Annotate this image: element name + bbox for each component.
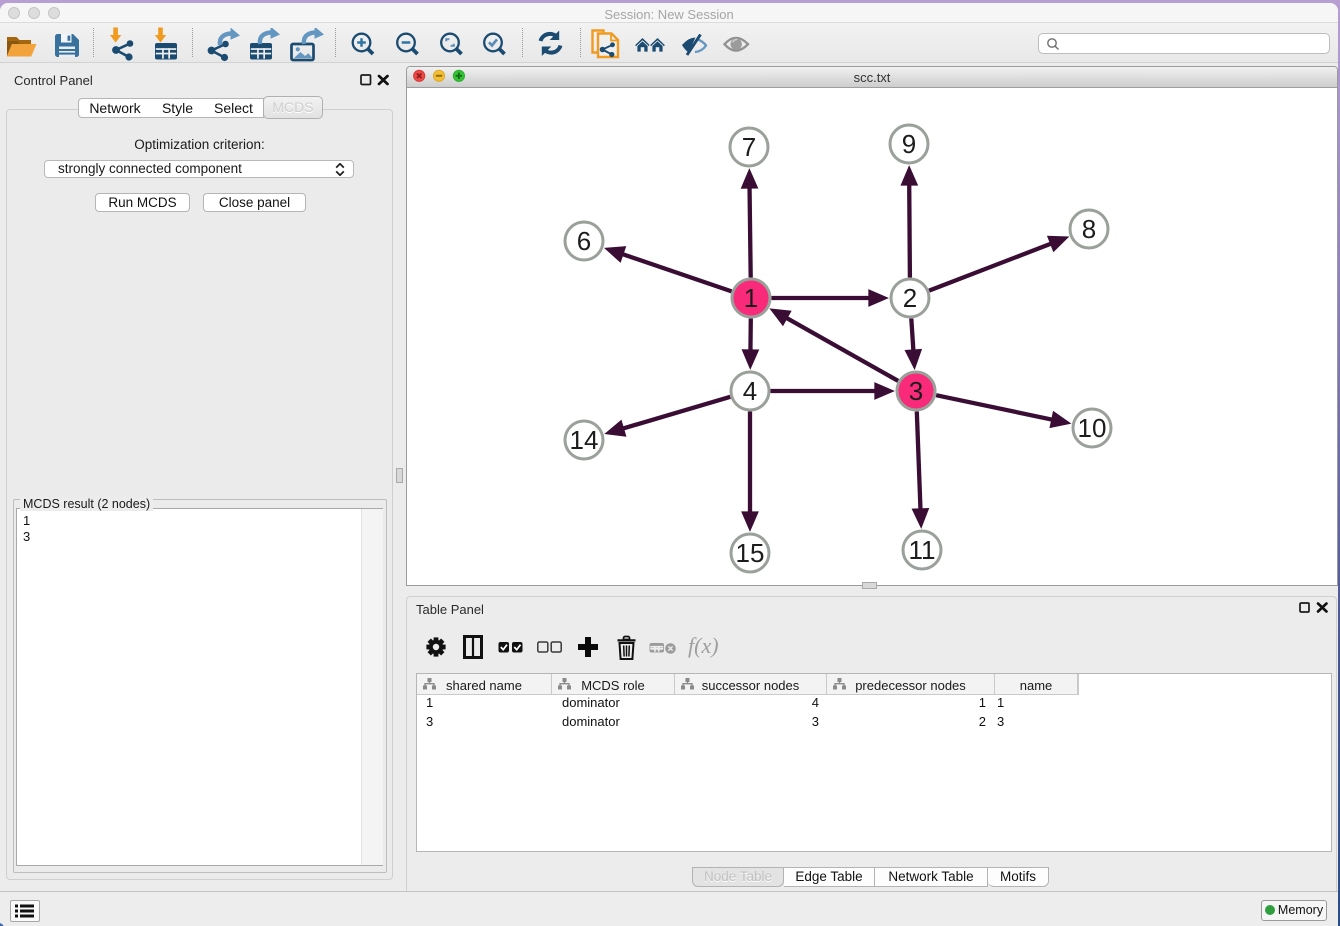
svg-text:2: 2 bbox=[903, 283, 917, 313]
svg-text:3: 3 bbox=[909, 376, 923, 406]
svg-text:14: 14 bbox=[570, 425, 599, 455]
svg-text:8: 8 bbox=[1082, 214, 1096, 244]
svg-text:4: 4 bbox=[743, 376, 757, 406]
svg-text:10: 10 bbox=[1078, 413, 1107, 443]
svg-text:6: 6 bbox=[577, 226, 591, 256]
svg-text:9: 9 bbox=[902, 129, 916, 159]
svg-text:1: 1 bbox=[744, 283, 758, 313]
svg-text:15: 15 bbox=[736, 538, 765, 568]
svg-text:11: 11 bbox=[909, 535, 936, 565]
svg-text:7: 7 bbox=[742, 132, 756, 162]
